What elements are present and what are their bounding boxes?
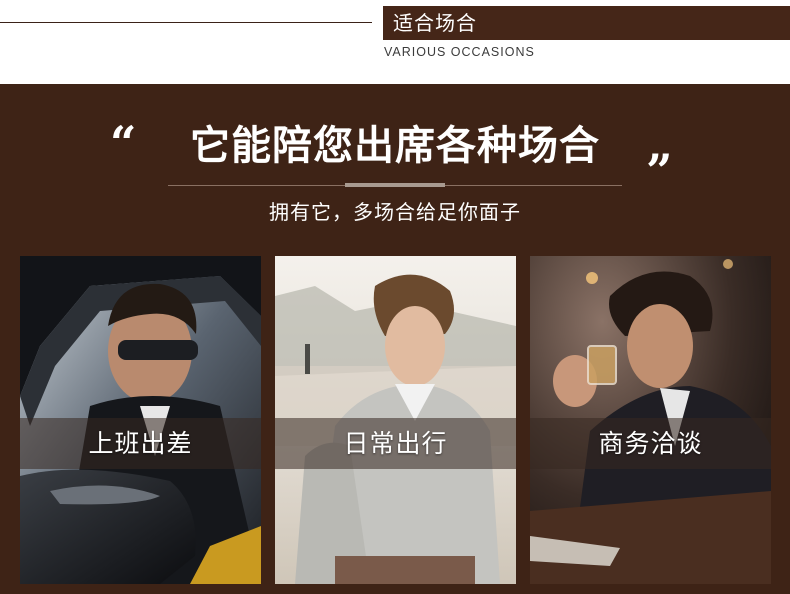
header-divider-line xyxy=(0,22,372,23)
occasions-panel: “ 它能陪您出席各种场合 ” 拥有它，多场合给足你面子 上班出差 日常出行 商务… xyxy=(0,84,790,594)
close-quote-mark: ” xyxy=(646,144,673,198)
section-title-box: 适合场合 xyxy=(383,6,790,40)
occasion-card-business-trip: 上班出差 xyxy=(20,256,261,584)
tagline: 拥有它，多场合给足你面子 xyxy=(269,200,521,224)
occasion-label-daily-outing: 日常出行 xyxy=(343,429,448,458)
occasion-label-business-meeting: 商务洽谈 xyxy=(598,429,703,458)
occasion-label-business-trip: 上班出差 xyxy=(88,429,193,458)
section-title: 适合场合 xyxy=(393,11,477,35)
occasion-card-daily-outing: 日常出行 xyxy=(275,256,516,584)
section-header: 适合场合 VARIOUS OCCASIONS xyxy=(0,0,790,84)
occasion-card-business-meeting: 商务洽谈 xyxy=(530,256,771,584)
headline-underline-accent xyxy=(345,183,445,187)
section-subtitle: VARIOUS OCCASIONS xyxy=(384,45,535,59)
